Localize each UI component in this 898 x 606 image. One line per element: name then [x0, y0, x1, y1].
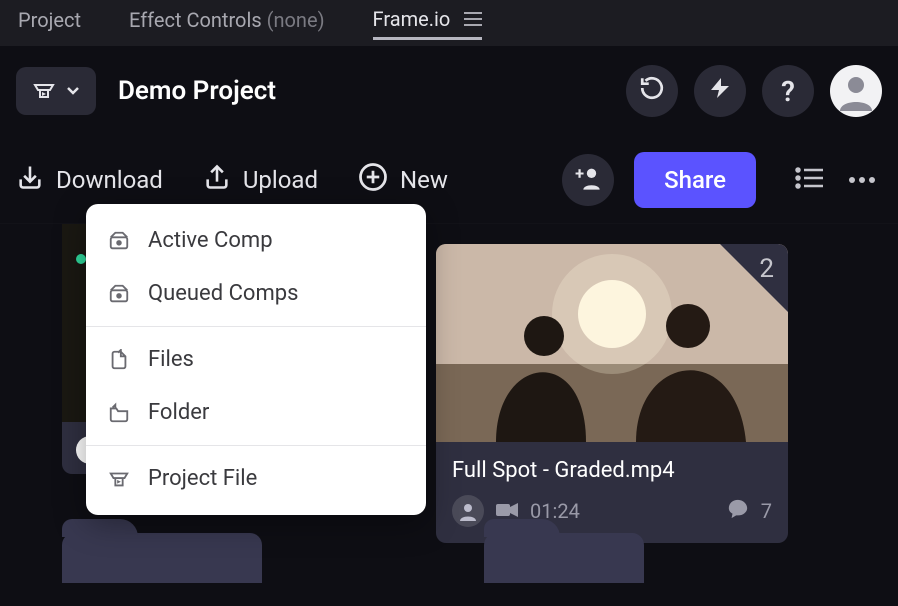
asset-card[interactable]: 2 Full Spot - Graded.mp4 01:24 7	[436, 244, 788, 543]
lightning-icon	[708, 76, 732, 106]
uploader-avatar	[452, 495, 484, 527]
download-icon	[16, 163, 44, 197]
comp-queue-icon	[108, 283, 130, 305]
dropdown-item-files[interactable]: Files	[86, 333, 426, 386]
add-user-icon: +	[574, 164, 602, 196]
file-icon	[108, 349, 130, 371]
comp-icon	[108, 230, 130, 252]
quick-action-button[interactable]	[694, 65, 746, 117]
asset-title: Full Spot - Graded.mp4	[452, 458, 772, 483]
upload-button[interactable]: Upload	[203, 163, 318, 197]
dropdown-separator	[86, 326, 426, 327]
dropdown-item-queued-comps[interactable]: Queued Comps	[86, 267, 426, 320]
comment-icon	[727, 498, 749, 525]
plus-circle-icon	[358, 162, 388, 198]
chevron-down-icon	[66, 86, 80, 96]
tab-project[interactable]: Project	[18, 8, 81, 38]
upload-label: Upload	[243, 166, 318, 194]
new-button[interactable]: New	[358, 162, 448, 198]
add-user-button[interactable]: +	[562, 154, 614, 206]
folder-card-partial-right[interactable]	[484, 533, 644, 583]
svg-text:+: +	[575, 164, 584, 183]
dropdown-separator	[86, 445, 426, 446]
avatar-placeholder-icon	[836, 71, 876, 111]
new-label: New	[400, 166, 448, 194]
share-label: Share	[664, 166, 726, 194]
comment-count: 7	[761, 499, 772, 523]
refresh-icon	[639, 75, 665, 107]
content-grid: 6 2 Full Spot - Graded.mp4	[0, 224, 898, 563]
header: Demo Project ?	[0, 46, 898, 136]
panel-tabs: Project Effect Controls (none) Frame.io	[0, 0, 898, 46]
dropdown-label: Queued Comps	[148, 281, 298, 306]
download-label: Download	[56, 166, 163, 194]
tab-frameio-label: Frame.io	[373, 7, 451, 31]
folder-tab-icon	[62, 519, 138, 537]
status-dot-icon	[76, 254, 86, 264]
more-button[interactable]	[842, 160, 882, 200]
dropdown-label: Folder	[148, 400, 209, 425]
project-title: Demo Project	[118, 76, 276, 106]
dropdown-label: Active Comp	[148, 228, 273, 253]
folder-card-partial-left[interactable]	[62, 533, 262, 583]
question-icon: ?	[781, 75, 795, 108]
dropdown-item-project-file[interactable]: Project File	[86, 452, 426, 505]
dropdown-item-folder[interactable]: Folder	[86, 386, 426, 439]
upload-icon	[203, 163, 231, 197]
hamburger-icon[interactable]	[464, 7, 482, 31]
folder-icon	[108, 402, 130, 424]
dropdown-label: Project File	[148, 466, 257, 491]
asset-thumbnail: 2	[436, 244, 788, 442]
tab-frameio[interactable]: Frame.io	[373, 7, 483, 40]
version-corner	[720, 244, 788, 312]
download-button[interactable]: Download	[16, 163, 163, 197]
list-view-button[interactable]	[790, 160, 830, 200]
folder-tab-icon	[484, 519, 560, 537]
project-file-icon	[108, 468, 130, 490]
tab-effect-controls-label: Effect Controls	[129, 8, 262, 32]
project-file-icon	[32, 79, 56, 103]
share-button[interactable]: Share	[634, 152, 756, 208]
dropdown-item-active-comp[interactable]: Active Comp	[86, 214, 426, 267]
refresh-button[interactable]	[626, 65, 678, 117]
list-icon	[795, 166, 825, 194]
version-badge: 2	[759, 254, 774, 284]
tab-effect-controls[interactable]: Effect Controls (none)	[129, 8, 325, 38]
project-selector[interactable]	[16, 67, 96, 115]
dropdown-label: Files	[148, 347, 194, 372]
user-avatar[interactable]	[830, 65, 882, 117]
tab-effect-controls-sub: (none)	[267, 8, 325, 32]
new-dropdown: Active Comp Queued Comps Files Folder Pr…	[86, 204, 426, 515]
help-button[interactable]: ?	[762, 65, 814, 117]
ellipsis-icon	[847, 170, 877, 189]
